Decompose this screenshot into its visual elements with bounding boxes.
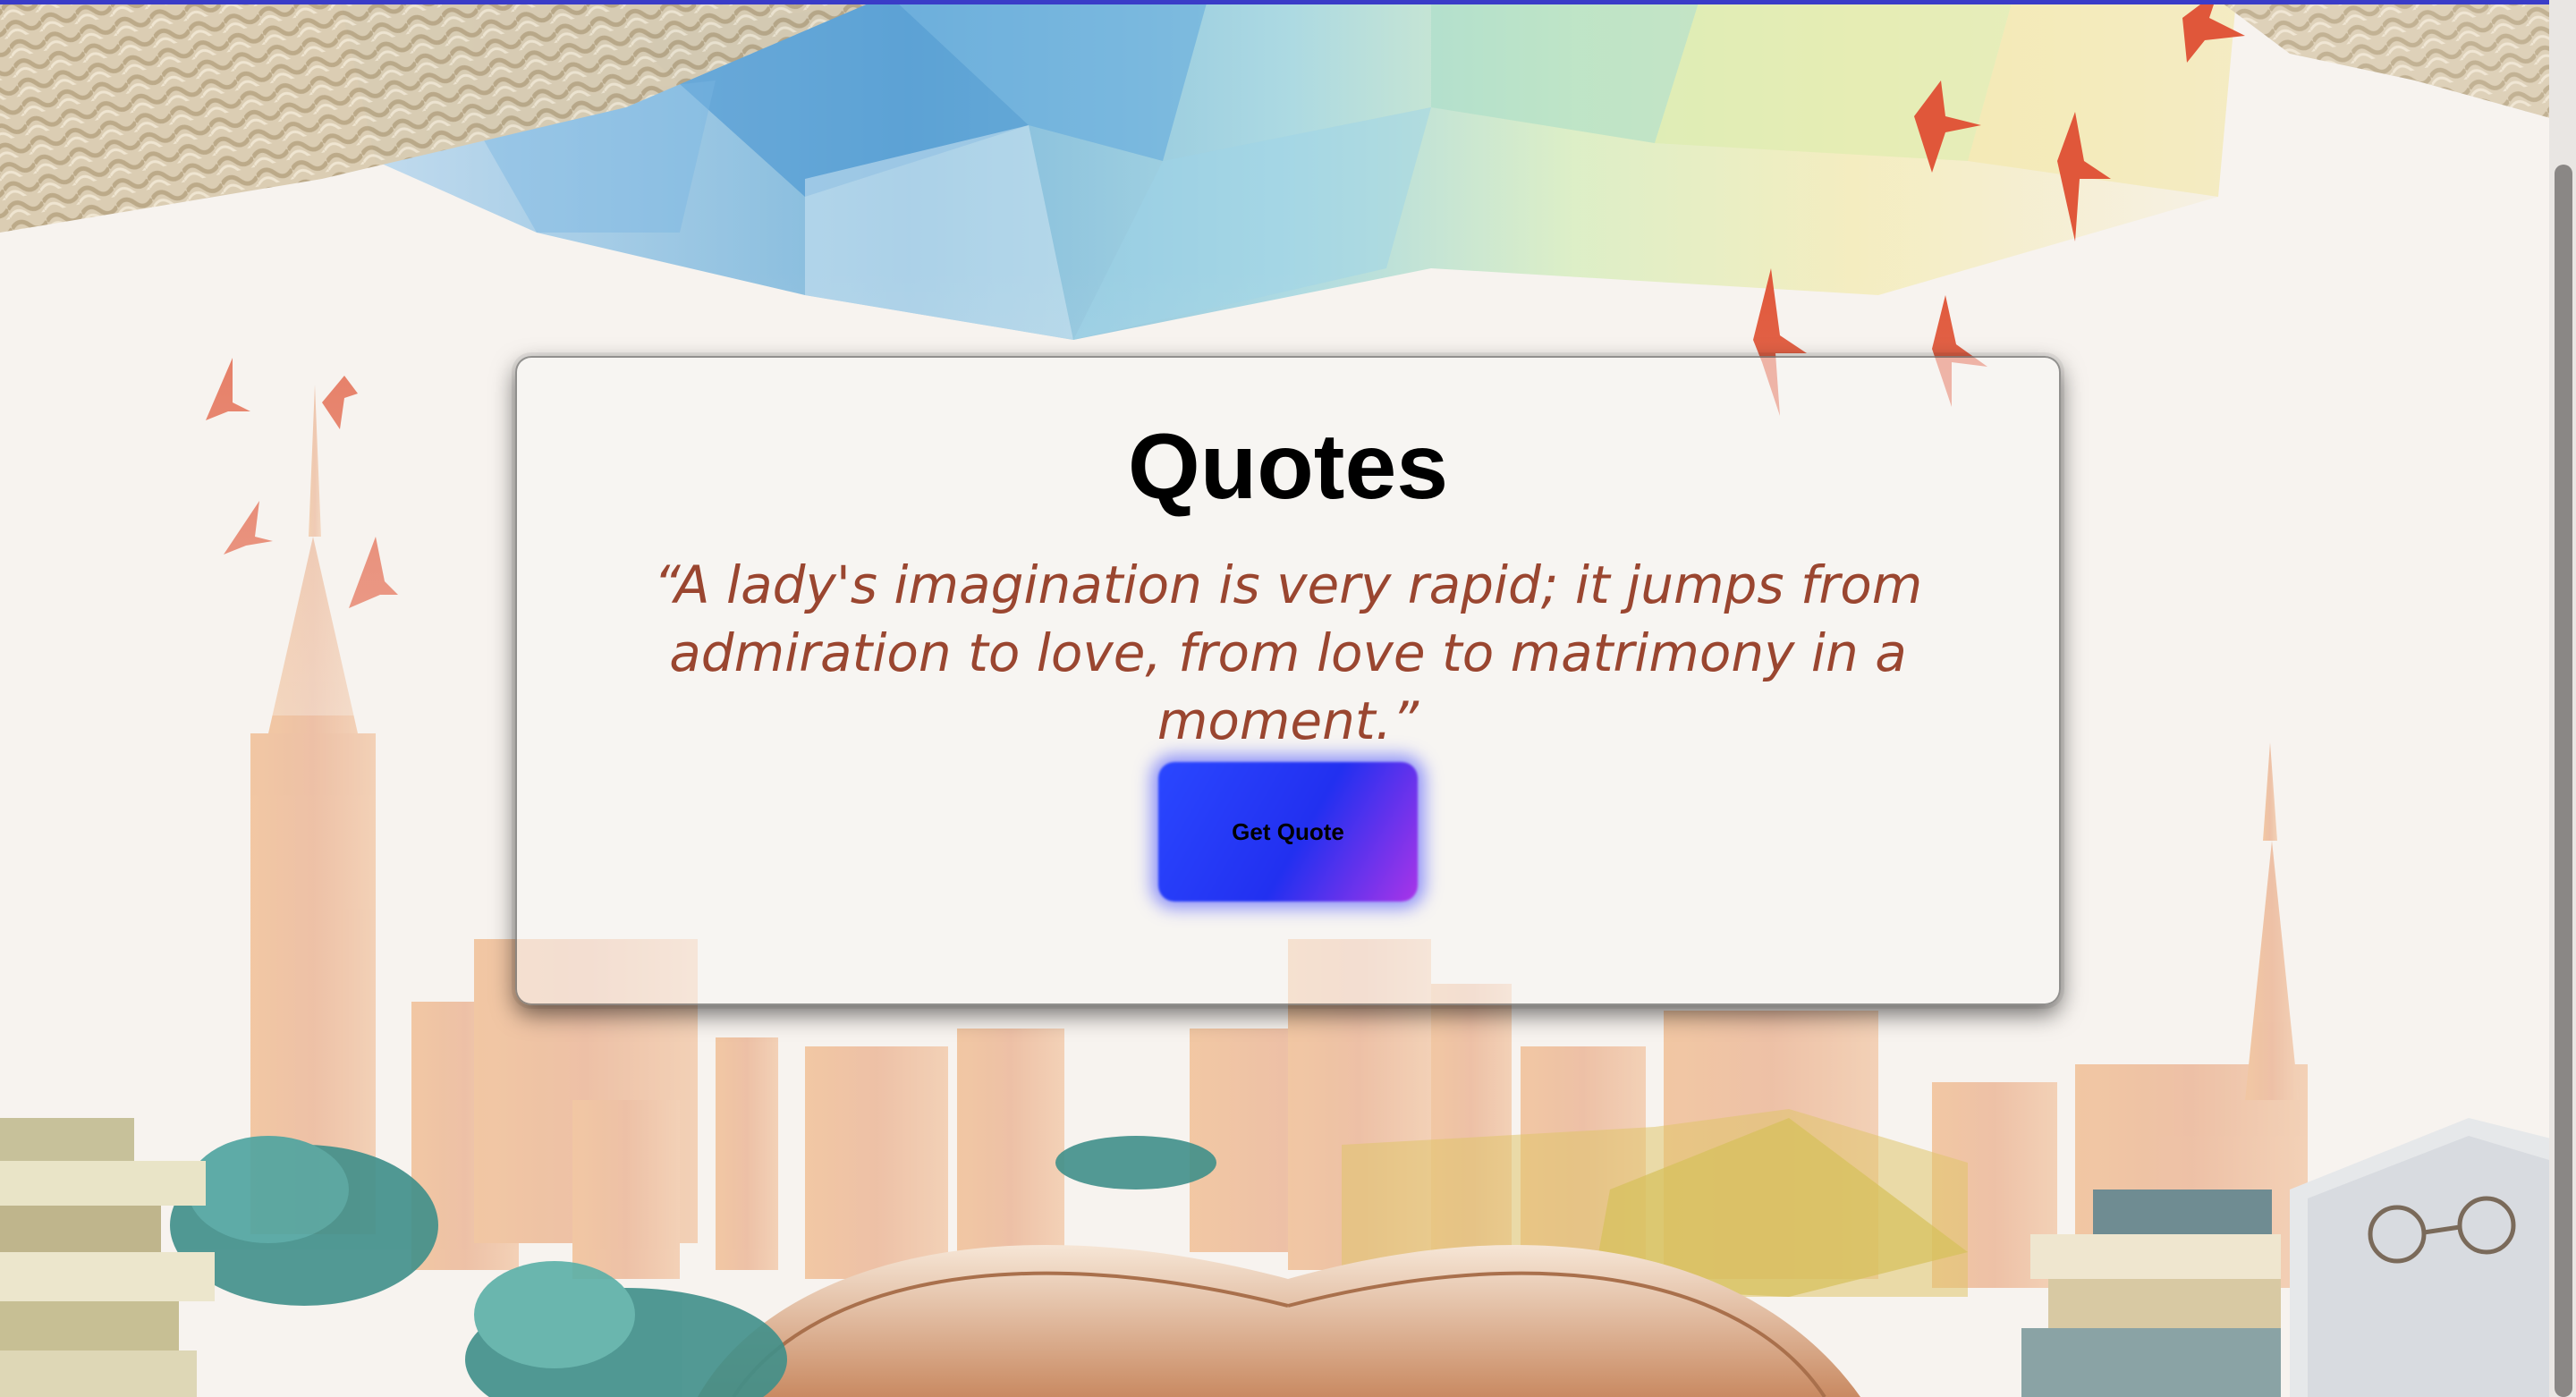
app-viewport: Quotes “A lady's imagination is very rap… xyxy=(0,0,2576,1397)
top-accent-bar xyxy=(0,0,2576,4)
get-quote-button[interactable] xyxy=(1158,762,1418,902)
page-title: Quotes xyxy=(1127,415,1449,519)
vertical-scrollbar[interactable] xyxy=(2549,0,2576,1397)
quote-card: Quotes “A lady's imagination is very rap… xyxy=(515,356,2061,1005)
scrollbar-thumb[interactable] xyxy=(2555,165,2572,1397)
quote-text: “A lady's imagination is very rapid; it … xyxy=(653,555,1923,751)
